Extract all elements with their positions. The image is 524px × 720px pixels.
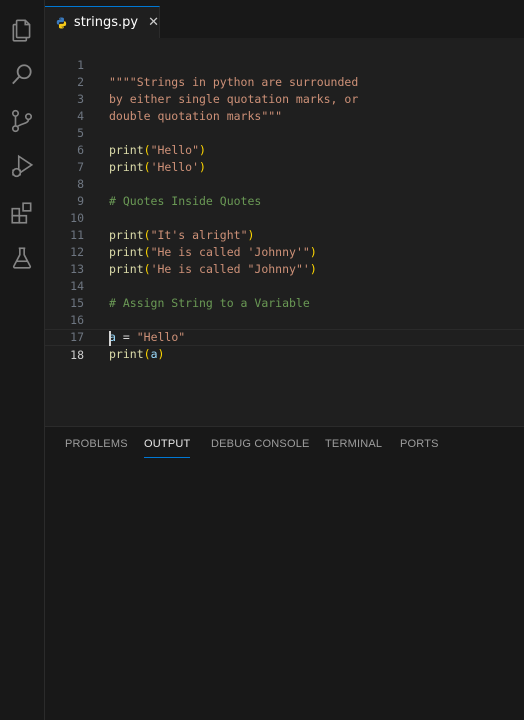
close-icon[interactable]: ✕ bbox=[148, 15, 159, 30]
code-line: 10 print("It's alright") bbox=[45, 193, 524, 242]
testing-icon[interactable] bbox=[8, 244, 36, 272]
tab-debug-console[interactable]: DEBUG CONSOLE bbox=[211, 435, 310, 457]
code-line: 8 # Quotes Inside Quotes bbox=[45, 159, 524, 208]
code-editor[interactable]: 1 """"Strings in python are surrounded 2… bbox=[45, 38, 524, 426]
code-line: 11 print("He is called 'Johnny'") bbox=[45, 210, 524, 259]
code-line-current: 18 bbox=[45, 329, 524, 362]
code-line: 12 print('He is called "Johnny"') bbox=[45, 227, 524, 276]
code-line: 2 by either single quotation marks, or bbox=[45, 57, 524, 106]
code-line: 7 bbox=[45, 142, 524, 174]
run-debug-icon[interactable] bbox=[8, 152, 36, 180]
code-line: 17 print(a) bbox=[45, 312, 524, 361]
code-line: 16 a = "Hello" bbox=[45, 295, 524, 344]
code-line: 5 print("Hello") bbox=[45, 108, 524, 157]
code-line: 13 bbox=[45, 244, 524, 276]
code-line: 9 bbox=[45, 176, 524, 208]
bottom-panel: PROBLEMS OUTPUT DEBUG CONSOLE TERMINAL P… bbox=[45, 426, 524, 720]
code-function: print bbox=[109, 347, 144, 361]
tab-ports[interactable]: PORTS bbox=[400, 435, 439, 457]
line-number: 18 bbox=[70, 348, 84, 362]
activity-bar bbox=[0, 0, 45, 720]
source-control-icon[interactable] bbox=[8, 107, 36, 135]
python-icon bbox=[56, 17, 67, 28]
extensions-icon[interactable] bbox=[8, 199, 36, 227]
code-line: 15 bbox=[45, 278, 524, 310]
code-line: 6 print('Hello') bbox=[45, 125, 524, 174]
tab-terminal[interactable]: TERMINAL bbox=[325, 435, 382, 457]
code-line: 3 double quotation marks""" bbox=[45, 74, 524, 123]
code-variable: a bbox=[150, 347, 158, 361]
tab-problems[interactable]: PROBLEMS bbox=[65, 435, 128, 457]
code-line: 14 # Assign String to a Variable bbox=[45, 261, 524, 310]
tab-strings-py[interactable]: strings.py ✕ bbox=[45, 6, 160, 38]
files-icon[interactable] bbox=[8, 16, 36, 44]
code-line: 1 """"Strings in python are surrounded bbox=[45, 40, 524, 89]
search-icon[interactable] bbox=[8, 61, 36, 89]
code-line: 4 bbox=[45, 91, 524, 123]
tab-output[interactable]: OUTPUT bbox=[144, 435, 191, 458]
tab-filename: strings.py bbox=[73, 15, 139, 30]
text-cursor bbox=[109, 331, 111, 346]
editor-tab-bar: strings.py ✕ bbox=[45, 0, 524, 39]
